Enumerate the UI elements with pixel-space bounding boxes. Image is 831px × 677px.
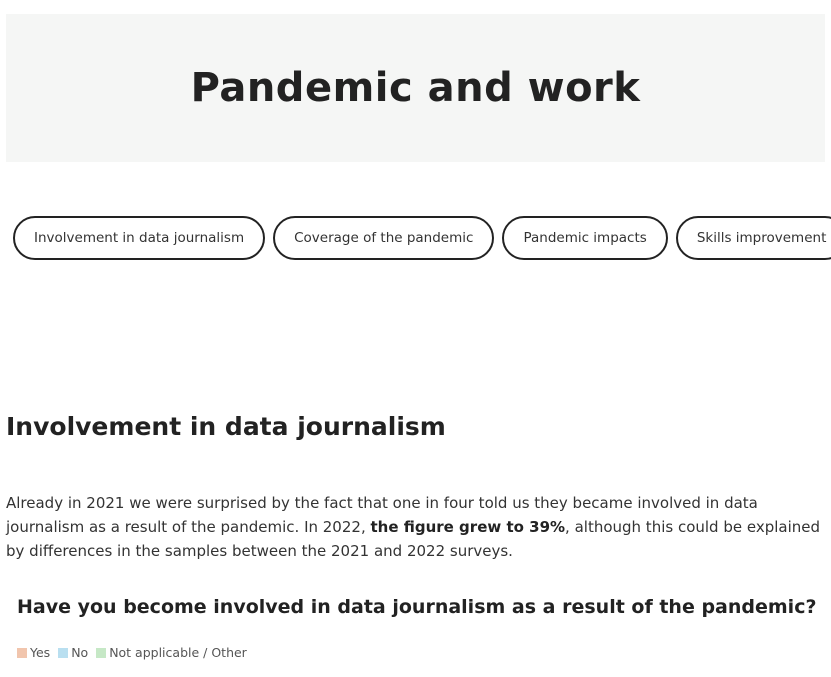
- page-header: Pandemic and work: [6, 14, 825, 162]
- legend-swatch-not-applicable: [96, 647, 107, 658]
- section-paragraph: Already in 2021 we were surprised by the…: [6, 491, 826, 563]
- tab-involvement-in-data-journalism[interactable]: Involvement in data journalism: [13, 216, 266, 260]
- tab-pandemic-impacts[interactable]: Pandemic impacts: [502, 216, 668, 260]
- legend-label-not-applicable: Not applicable / Other: [109, 645, 247, 660]
- legend-swatch-no: [58, 647, 69, 658]
- legend-item-yes[interactable]: Yes: [17, 645, 50, 660]
- page-title: Pandemic and work: [190, 65, 641, 111]
- chart-title: Have you become involved in data journal…: [17, 596, 817, 618]
- legend-label-no: No: [71, 645, 89, 660]
- legend-item-no[interactable]: No: [58, 645, 88, 660]
- section-nav: Involvement in data journalism Coverage …: [13, 216, 831, 260]
- section-title: Involvement in data journalism: [6, 412, 446, 441]
- legend-swatch-yes: [17, 647, 27, 658]
- legend-item-not-applicable[interactable]: Not applicable / Other: [96, 645, 247, 660]
- chart-legend: Yes No Not applicable / Other: [17, 645, 255, 660]
- tab-skills-improvement[interactable]: Skills improvement: [675, 216, 831, 260]
- legend-label-yes: Yes: [30, 645, 51, 660]
- paragraph-highlight: the figure grew to 39%: [370, 518, 566, 536]
- tab-coverage-of-the-pandemic[interactable]: Coverage of the pandemic: [273, 216, 495, 260]
